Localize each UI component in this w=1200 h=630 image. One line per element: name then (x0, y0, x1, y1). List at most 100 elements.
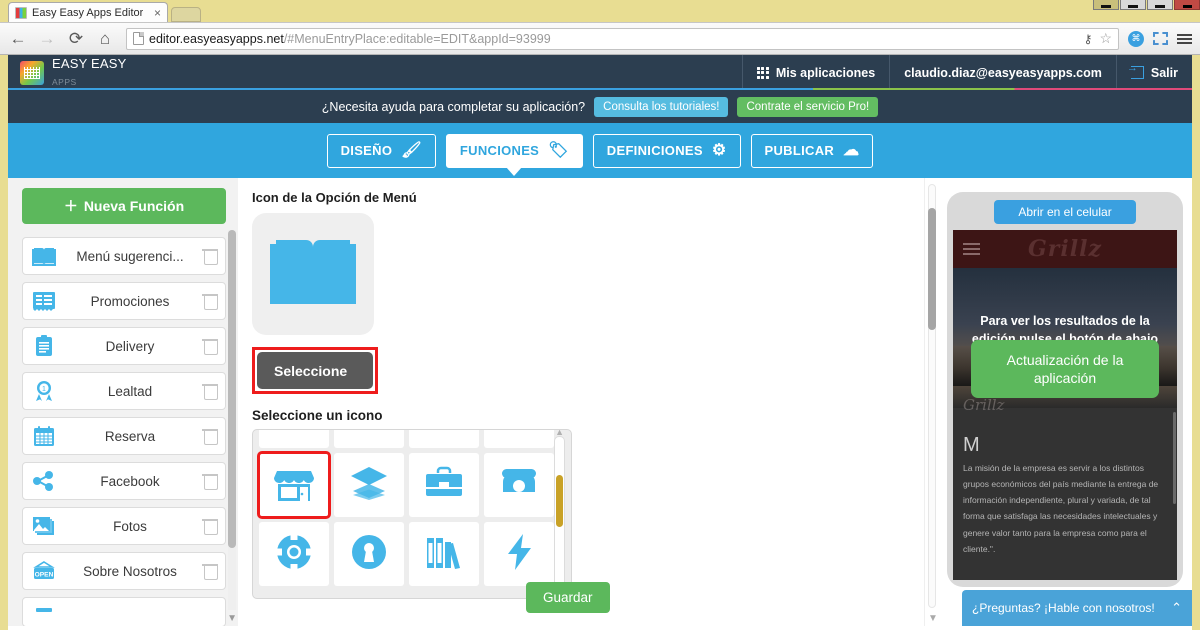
icon-cell-lightning[interactable] (484, 522, 554, 586)
update-app-button[interactable]: Actualización de la aplicación (971, 340, 1159, 398)
sidebar-item-reserva[interactable]: Reserva (22, 417, 226, 455)
delete-icon[interactable] (203, 428, 217, 444)
picker-scroll-up-icon[interactable]: ▲ (555, 429, 564, 437)
sidebar-item-fotos[interactable]: Fotos (22, 507, 226, 545)
main-tab-bar: DISEÑO 🖌 FUNCIONES 🏷 DEFINICIONES ⚙ PUBL… (8, 123, 1192, 178)
icon-cell-briefcase[interactable] (409, 453, 479, 517)
close-icon[interactable]: × (154, 7, 161, 19)
chat-widget[interactable]: ¿Preguntas? ¡Hable con nosotros! ⌃ (962, 590, 1192, 626)
tab-funciones[interactable]: FUNCIONES 🏷 (446, 134, 583, 168)
help-bar: ¿Necesita ayuda para completar su aplica… (8, 90, 1192, 123)
icon-cell-keyhole[interactable] (334, 522, 404, 586)
header-accent-rule (8, 88, 1192, 90)
sidebar-item-label: Sobre Nosotros (65, 564, 195, 579)
delete-icon[interactable] (203, 293, 217, 309)
main-scrollbar-thumb[interactable] (928, 208, 936, 330)
sidebar-item-menu-sugerencias[interactable]: Menú sugerenci... (22, 237, 226, 275)
sidebar-scroll-down-icon[interactable]: ▼ (227, 613, 237, 624)
sidebar-item-facebook[interactable]: Facebook (22, 462, 226, 500)
address-bar[interactable]: editor.easyeasyapps.net/#MenuEntryPlace:… (126, 28, 1119, 50)
tutorials-button[interactable]: Consulta los tutoriales! (594, 97, 728, 117)
icon-cell-books[interactable] (409, 522, 479, 586)
main-scrollbar[interactable]: ▼ (924, 178, 938, 626)
sidebar-item-promociones[interactable]: Promociones (22, 282, 226, 320)
brand-line-1: EASY EASY (52, 56, 127, 71)
browser-tab-active[interactable]: Easy Easy Apps Editor × (8, 2, 168, 22)
delete-icon[interactable] (203, 383, 217, 399)
sidebar-item-delivery[interactable]: Delivery (22, 327, 226, 365)
brand-line-2: APPS (52, 77, 77, 87)
reload-icon[interactable]: ⟳ (66, 29, 86, 49)
forward-icon[interactable]: → (37, 29, 57, 49)
sidebar-item-label: Reserva (65, 429, 195, 444)
url-text: editor.easyeasyapps.net/#MenuEntryPlace:… (149, 32, 551, 46)
icon-cell-anchor[interactable] (409, 429, 479, 448)
exit-icon (1131, 66, 1144, 79)
user-email[interactable]: claudio.diaz@easyeasyapps.com (889, 55, 1116, 90)
tab-publicar[interactable]: PUBLICAR ☁ (751, 134, 874, 168)
open-mobile-button[interactable]: Abrir en el celular (994, 200, 1136, 224)
icon-cell-layers[interactable] (334, 453, 404, 517)
my-applications-link[interactable]: Mis aplicaciones (742, 55, 889, 90)
back-icon[interactable]: ← (8, 29, 28, 49)
save-button[interactable]: Guardar (526, 582, 610, 613)
sidebar-item-lealtad[interactable]: 1 Lealtad (22, 372, 226, 410)
sidebar-scrollbar-thumb[interactable] (228, 230, 236, 548)
tab-diseno[interactable]: DISEÑO 🖌 (327, 134, 436, 168)
brand-text: EASY EASY APPS (52, 56, 127, 90)
tab-definiciones[interactable]: DEFINICIONES ⚙ (593, 134, 741, 168)
chevron-up-icon[interactable]: ⌃ (1171, 600, 1182, 616)
logout-button[interactable]: Salir (1116, 55, 1192, 90)
sidebar-scrollbar[interactable] (228, 230, 236, 610)
sidebar-item-partial[interactable] (22, 597, 226, 626)
restore-button[interactable] (1120, 0, 1146, 10)
pro-service-button[interactable]: Contrate el servicio Pro! (737, 97, 878, 117)
sidebar-item-sobre-nosotros[interactable]: OPEN Sobre Nosotros (22, 552, 226, 590)
icon-cell-newspaper[interactable] (334, 429, 404, 448)
icon-picker[interactable]: ▲ ▼ (252, 429, 572, 599)
delete-icon[interactable] (203, 563, 217, 579)
minimize-button[interactable] (1093, 0, 1119, 10)
new-tab-button[interactable] (171, 7, 201, 22)
icon-cell-lifebuoy[interactable] (259, 522, 329, 586)
books-icon (425, 534, 463, 575)
delete-icon[interactable] (203, 473, 217, 489)
home-icon[interactable]: ⌂ (95, 29, 115, 49)
chat-label: ¿Preguntas? ¡Hable con nosotros! (972, 601, 1155, 616)
tags-icon: 🏷 (548, 143, 569, 159)
tab-strip: Easy Easy Apps Editor × (8, 2, 201, 22)
select-button[interactable]: Seleccione (257, 352, 373, 389)
picker-scrollbar[interactable] (554, 436, 565, 592)
extension-icon[interactable]: ⌘ (1128, 31, 1144, 47)
hamburger-icon[interactable] (963, 243, 980, 255)
omnibox-actions: ⚷ ☆ (1084, 30, 1112, 47)
new-function-button[interactable]: ＋ Nueva Función (22, 188, 226, 224)
icon-cell-sunglasses[interactable] (484, 429, 554, 448)
delete-icon[interactable] (203, 338, 217, 354)
app-body: ＋ Nueva Función Menú sugerenci... Promoc… (8, 178, 1192, 626)
icon-cell-storefront[interactable] (259, 453, 329, 517)
chevron-down-icon (277, 429, 311, 436)
sidebar-item-label: Promociones (65, 294, 195, 309)
key-icon[interactable]: ⚷ (1084, 32, 1093, 46)
icon-cell-telephone[interactable] (484, 453, 554, 517)
header-actions: Mis aplicaciones claudio.diaz@easyeasyap… (742, 55, 1192, 90)
help-question: ¿Necesita ayuda para completar su aplica… (322, 100, 585, 114)
newspaper-icon (352, 429, 386, 436)
lifebuoy-icon (275, 533, 313, 576)
delete-icon[interactable] (203, 518, 217, 534)
delete-icon[interactable] (203, 248, 217, 264)
coupon-icon (31, 288, 57, 314)
bookmark-star-icon[interactable]: ☆ (1099, 30, 1112, 47)
brand-logo[interactable]: EASY EASY APPS (20, 56, 127, 90)
browser-menu-icon[interactable] (1177, 34, 1192, 44)
telephone-icon (499, 466, 539, 505)
screenshot-extension-icon[interactable] (1153, 32, 1168, 45)
grid-icon (757, 67, 769, 79)
picker-scrollbar-thumb[interactable] (556, 475, 563, 527)
close-window-button[interactable] (1174, 0, 1200, 10)
maximize-button[interactable] (1147, 0, 1173, 10)
browser-tab-title: Easy Easy Apps Editor (32, 7, 143, 19)
icon-cell-chevron-down[interactable] (259, 429, 329, 448)
main-scroll-down-icon[interactable]: ▼ (928, 613, 938, 624)
